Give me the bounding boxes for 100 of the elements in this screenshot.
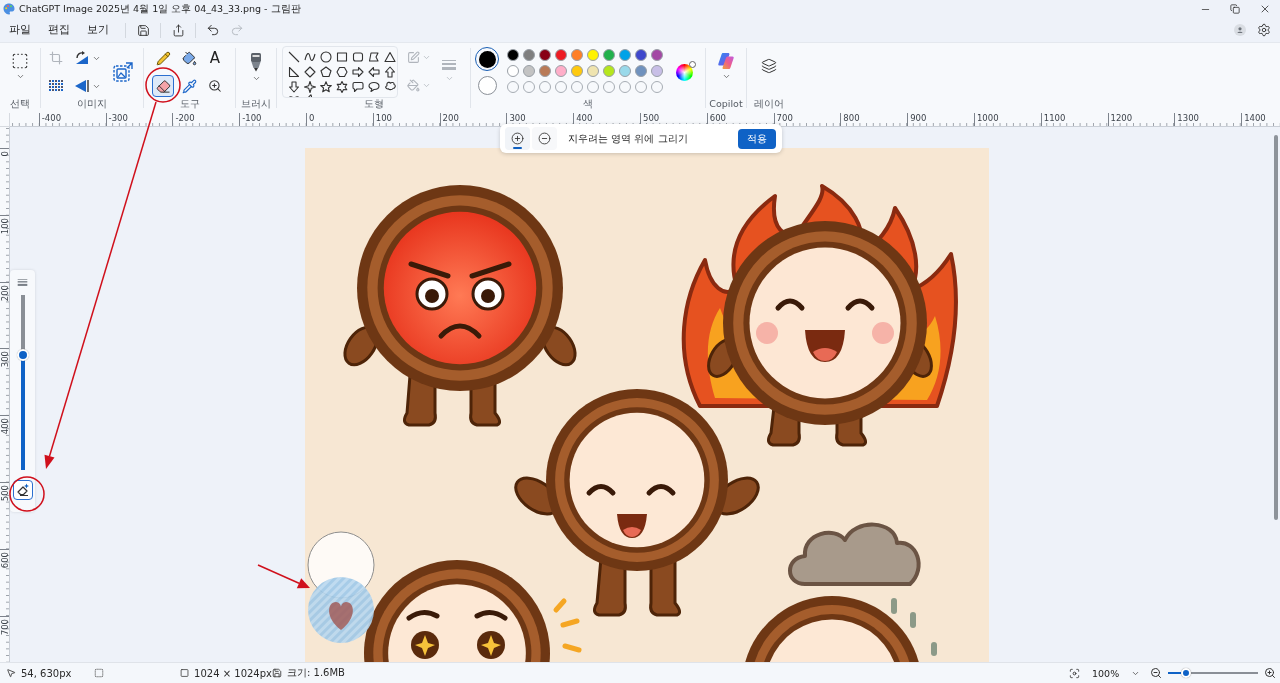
shape-icon[interactable]: [304, 80, 316, 93]
ruler-label: 800: [842, 113, 860, 124]
settings-icon: [1257, 23, 1271, 37]
ruler-label: -100: [241, 113, 262, 124]
shape-icon[interactable]: [336, 80, 348, 93]
color-swatch[interactable]: [619, 49, 631, 61]
menu-item[interactable]: 편집: [42, 19, 76, 41]
shape-icon[interactable]: [288, 50, 300, 63]
color-swatch[interactable]: [555, 49, 567, 61]
color-swatch[interactable]: [539, 65, 551, 77]
ruler-label: 1000: [975, 113, 999, 124]
ruler-label: 200: [441, 113, 459, 124]
menu-item[interactable]: 보기: [81, 19, 115, 41]
color-swatch[interactable]: [507, 65, 519, 77]
shape-icon[interactable]: [352, 50, 364, 63]
shape-icon[interactable]: [336, 50, 348, 63]
group-label: 선택: [10, 98, 30, 110]
annotation-circle: [145, 67, 181, 103]
secondary-color-swatch[interactable]: [477, 76, 497, 95]
shape-icon[interactable]: [336, 65, 348, 78]
smart-erase-button[interactable]: [12, 480, 33, 500]
color-swatch[interactable]: [507, 49, 519, 61]
eraser-button[interactable]: [152, 75, 174, 97]
minus-circle-icon: [538, 132, 551, 145]
menu-item[interactable]: 파일: [3, 19, 37, 41]
raindrop: [910, 612, 916, 628]
zoom-slider-thumb[interactable]: [1181, 668, 1191, 678]
subtract-mode-button[interactable]: [532, 127, 557, 150]
account-icon[interactable]: [1234, 24, 1246, 36]
heart-icon: [329, 602, 353, 630]
text-tool-button[interactable]: A: [204, 47, 226, 69]
chevron-down-icon: [721, 72, 731, 81]
color-swatch[interactable]: [571, 65, 583, 77]
color-swatch[interactable]: [523, 49, 535, 61]
shape-icon[interactable]: [384, 80, 396, 93]
color-swatch[interactable]: [555, 65, 567, 77]
color-swatch[interactable]: [651, 49, 663, 61]
color-swatch[interactable]: [635, 65, 647, 77]
color-swatch[interactable]: [571, 49, 583, 61]
color-swatch[interactable]: [539, 49, 551, 61]
annotation-circle: [9, 476, 45, 512]
ruler-label: -400: [40, 113, 62, 124]
shape-icon[interactable]: [288, 80, 300, 93]
ruler-label: 600: [708, 113, 726, 124]
restore-icon: [1230, 4, 1240, 14]
apply-button[interactable]: 적용: [738, 128, 776, 149]
shape-icon[interactable]: [368, 80, 380, 93]
shape-icon[interactable]: [368, 65, 380, 78]
shape-icon[interactable]: [352, 80, 364, 93]
shape-icon[interactable]: [384, 50, 396, 63]
color-swatch[interactable]: [587, 65, 599, 77]
color-wheel-icon[interactable]: [676, 61, 696, 81]
group-label: 브러시: [241, 98, 271, 110]
shape-icon[interactable]: [320, 80, 332, 93]
zoom-out-icon[interactable]: [1150, 667, 1162, 679]
sparkle-line: [560, 618, 580, 628]
add-mode-button[interactable]: [505, 127, 530, 150]
file-size: 크기: 1.6MB: [287, 666, 345, 680]
color-swatch[interactable]: [603, 65, 615, 77]
annotation-arrow: [257, 564, 310, 589]
shape-icon[interactable]: [288, 65, 300, 78]
shape-icon[interactable]: [304, 50, 316, 63]
zoom-in-icon[interactable]: [1264, 667, 1276, 679]
color-picker-icon: [181, 78, 197, 94]
ruler-label: 900: [909, 113, 927, 124]
eraser-hint: 지우려는 영역 위에 그리기: [568, 131, 688, 146]
shape-icon[interactable]: [320, 65, 332, 78]
ruler-label: 1200: [1109, 113, 1133, 124]
raindrop: [891, 598, 897, 614]
shape-icon[interactable]: [384, 65, 396, 78]
color-swatch[interactable]: [587, 49, 599, 61]
close-icon: [1259, 3, 1271, 15]
fit-to-window-icon[interactable]: [1069, 667, 1080, 679]
chevron-down-icon: [251, 74, 261, 83]
dashed-square-icon: [11, 52, 29, 70]
color-swatch[interactable]: [603, 49, 615, 61]
window-title: ChatGPT Image 2025년 4월 1일 오후 04_43_33.png - 그림판: [19, 2, 301, 16]
chevron-down-icon: [444, 74, 454, 83]
selection-size-icon: [94, 668, 104, 678]
ruler-label: 700: [775, 113, 793, 124]
shape-icon[interactable]: [368, 50, 380, 63]
group-label: Copilot: [709, 98, 743, 110]
chevron-down-icon: [15, 72, 25, 81]
plus-circle-icon: [511, 132, 524, 145]
sparkle-line: [562, 643, 582, 653]
ruler-label: 400: [575, 113, 593, 124]
color-swatch[interactable]: [523, 65, 535, 77]
color-swatch[interactable]: [619, 65, 631, 77]
vertical-scrollbar[interactable]: [1274, 135, 1278, 520]
size-slider-thumb[interactable]: [16, 348, 29, 361]
shape-icon[interactable]: [304, 65, 316, 78]
color-swatch[interactable]: [651, 65, 663, 77]
copilot-logo-icon: [717, 52, 735, 70]
pencil-icon: [155, 50, 171, 66]
line-thickness-icon: [17, 278, 28, 287]
ruler-label: 1400: [1243, 113, 1266, 124]
color-swatch[interactable]: [635, 49, 647, 61]
shape-icon[interactable]: [320, 50, 332, 63]
pointer-icon: [6, 668, 16, 678]
shape-icon[interactable]: [352, 65, 364, 78]
